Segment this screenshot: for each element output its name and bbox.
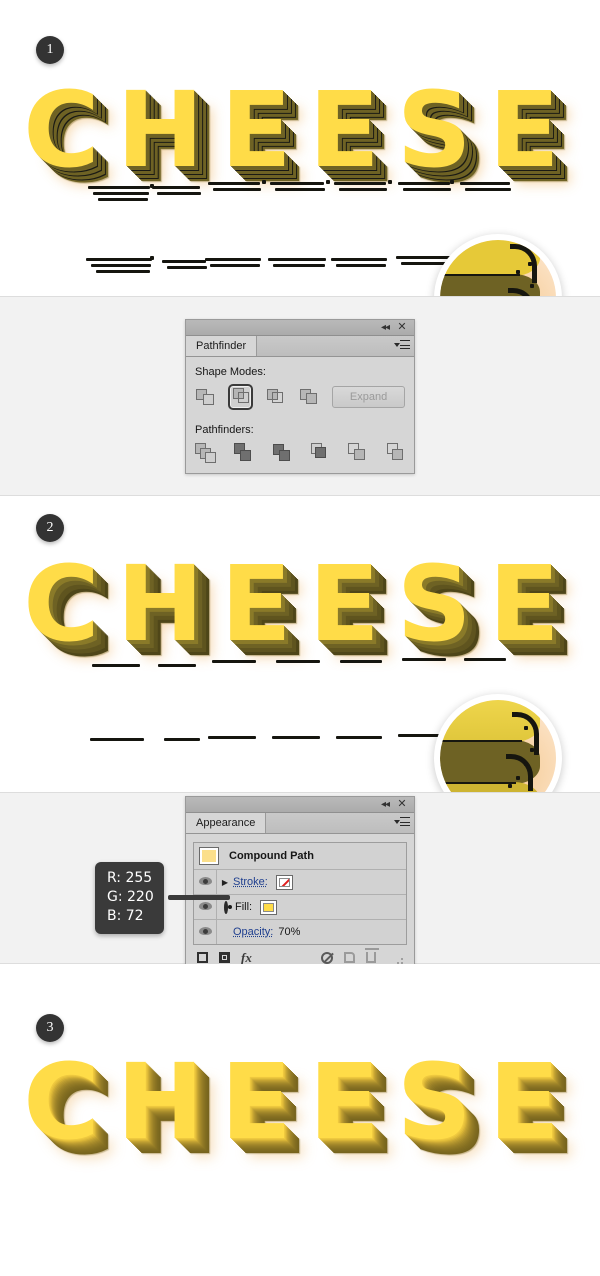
- fill-swatch[interactable]: [260, 899, 278, 915]
- artwork-step-1: CHEESE: [0, 78, 600, 182]
- opacity-label[interactable]: Opacity:: [233, 926, 273, 938]
- add-new-stroke-icon[interactable]: [197, 952, 208, 963]
- panel-menu-icon[interactable]: [394, 340, 410, 352]
- duplicate-item-icon[interactable]: [343, 952, 355, 963]
- cheese-word-step-1: CHEESE: [23, 69, 577, 191]
- appearance-panel[interactable]: ◂◂ ✕ Appearance Compound Path ▶ Stroke: …: [185, 796, 415, 973]
- tooltip-connector-line: [168, 895, 230, 900]
- pathfinders-label: Pathfinders:: [195, 424, 254, 436]
- artwork-step-3: CHEESE: [0, 1050, 600, 1154]
- close-icon[interactable]: ✕: [395, 321, 409, 334]
- appearance-body: Compound Path ▶ Stroke: Fill: Opacity: 7…: [186, 834, 414, 972]
- artwork-step-2: CHEESE: [0, 552, 600, 656]
- shape-mode-exclude-button[interactable]: [299, 386, 319, 408]
- appearance-titlebar: ◂◂ ✕: [186, 797, 414, 813]
- cheese-word-step-3: CHEESE: [23, 1041, 577, 1163]
- collapse-icon[interactable]: ◂◂: [378, 321, 392, 334]
- pathfinder-trim-button[interactable]: [233, 442, 252, 464]
- shape-modes-label: Shape Modes:: [195, 366, 266, 378]
- rgb-line-b: B: 72: [107, 908, 144, 924]
- appearance-row-stroke[interactable]: ▶ Stroke:: [194, 870, 406, 895]
- pathfinder-body: Shape Modes: Expand Pathfinders:: [186, 357, 414, 473]
- pathfinder-merge-button[interactable]: [271, 442, 291, 464]
- pathfinders-row: [195, 442, 405, 464]
- step-badge-3: 3: [36, 1014, 64, 1042]
- eye-icon: [198, 877, 212, 885]
- none-slash-icon: [281, 878, 289, 886]
- appearance-row-opacity[interactable]: Opacity: 70%: [194, 920, 406, 944]
- pathfinder-titlebar: ◂◂ ✕: [186, 320, 414, 336]
- pathfinder-divide-button[interactable]: [195, 442, 216, 464]
- delete-item-icon[interactable]: [364, 948, 379, 963]
- pathfinder-minus-back-button[interactable]: [386, 442, 405, 464]
- pathfinder-tabrow: Pathfinder: [186, 336, 414, 357]
- pathfinder-crop-button[interactable]: [310, 442, 329, 464]
- stroke-label[interactable]: Stroke:: [233, 876, 268, 888]
- stroke-swatch-none[interactable]: [275, 874, 293, 890]
- fill-label[interactable]: Fill:: [235, 901, 252, 913]
- appearance-object-row[interactable]: Compound Path: [194, 843, 406, 870]
- add-new-effect-icon[interactable]: fx: [241, 951, 252, 964]
- panel-menu-icon[interactable]: [394, 817, 410, 829]
- opacity-value: 70%: [278, 926, 301, 938]
- tutorial-page: 1 CHEESE ◂◂ ✕ Pathfinder Shape Modes: Ex…: [0, 0, 600, 1276]
- target-indicator-fill[interactable]: [217, 900, 235, 914]
- step-badge-1: 1: [36, 36, 64, 64]
- close-icon[interactable]: ✕: [395, 798, 409, 811]
- step-badge-2: 2: [36, 514, 64, 542]
- expand-button[interactable]: Expand: [332, 386, 405, 408]
- tab-appearance[interactable]: Appearance: [186, 813, 267, 833]
- shape-modes-row: Expand: [195, 384, 405, 410]
- target-dot-icon: [224, 900, 228, 914]
- shape-mode-unite-button[interactable]: [195, 386, 215, 408]
- disclosure-triangle-stroke[interactable]: ▶: [217, 878, 233, 887]
- tab-pathfinder[interactable]: Pathfinder: [186, 336, 258, 356]
- object-thumbnail: [199, 847, 219, 865]
- rgb-line-g: G: 220: [107, 889, 154, 905]
- rgb-line-r: R: 255: [107, 870, 153, 886]
- collapse-icon[interactable]: ◂◂: [378, 798, 392, 811]
- rgb-color-tooltip: R: 255 G: 220 B: 72: [95, 862, 164, 934]
- object-label: Compound Path: [229, 850, 314, 862]
- clear-appearance-icon[interactable]: [320, 951, 333, 964]
- eye-icon: [198, 902, 212, 910]
- pathfinder-outline-button[interactable]: [347, 442, 367, 464]
- visibility-toggle-stroke[interactable]: [194, 870, 217, 894]
- appearance-item-list: Compound Path ▶ Stroke: Fill: Opacity: 7…: [193, 842, 407, 945]
- pathfinder-panel[interactable]: ◂◂ ✕ Pathfinder Shape Modes: Expand Path…: [185, 319, 415, 474]
- add-new-fill-icon[interactable]: [219, 952, 230, 963]
- visibility-toggle-opacity[interactable]: [194, 920, 217, 944]
- eye-icon: [198, 927, 212, 935]
- shape-mode-minus-front-button[interactable]: [228, 384, 253, 410]
- cheese-word-step-2: CHEESE: [23, 543, 577, 665]
- shape-mode-intersect-button[interactable]: [266, 386, 286, 408]
- appearance-tabrow: Appearance: [186, 813, 414, 834]
